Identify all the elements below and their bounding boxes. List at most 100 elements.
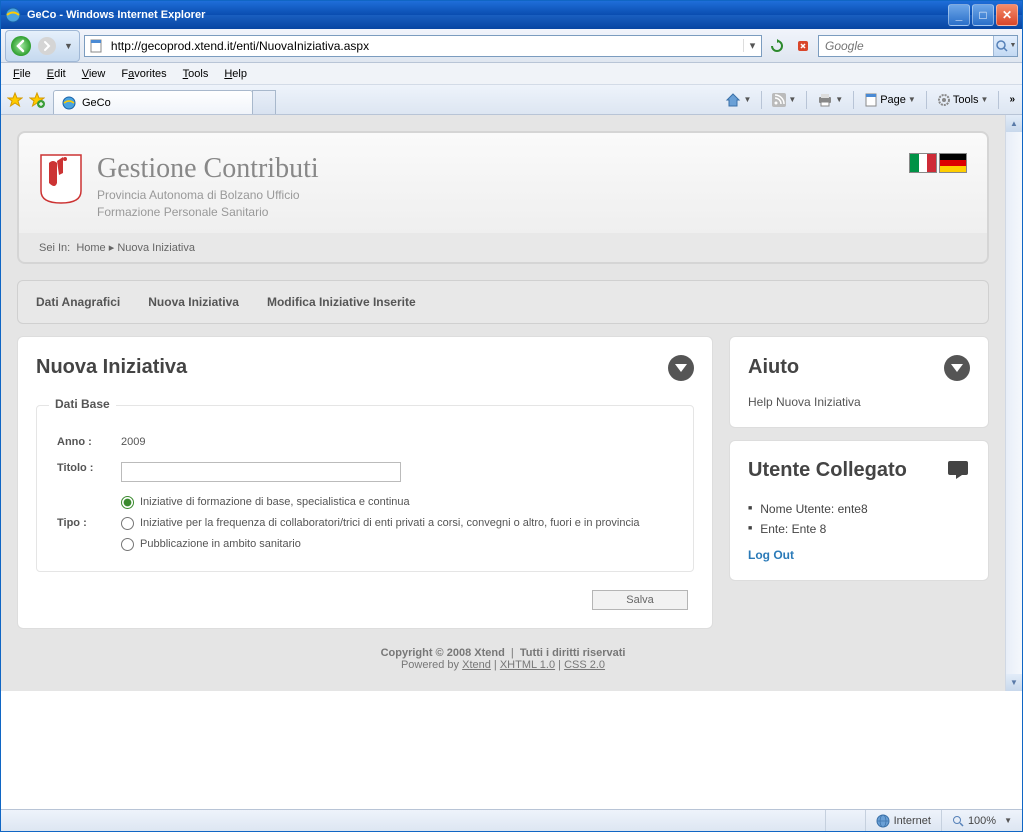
flag-italy[interactable]	[909, 153, 937, 173]
tabs-nav: Dati Anagrafici Nuova Iniziativa Modific…	[17, 280, 989, 324]
zoom-icon	[952, 815, 964, 827]
tools-menu[interactable]: Tools▼	[933, 93, 993, 107]
footer-link-xhtml[interactable]: XHTML 1.0	[500, 659, 555, 671]
titolo-label: Titolo :	[57, 462, 121, 474]
status-zone: Internet	[865, 810, 941, 831]
logo-shield-icon	[39, 153, 83, 205]
breadcrumb-prefix: Sei In:	[39, 242, 70, 254]
add-favorite-icon[interactable]	[27, 90, 47, 110]
footer-link-xtend[interactable]: Xtend	[462, 659, 491, 671]
flag-germany[interactable]	[939, 153, 967, 173]
fieldset-dati-base: Dati Base Anno : 2009 Titolo : Tipo :	[36, 405, 694, 572]
help-collapse-button[interactable]	[944, 355, 970, 381]
address-input[interactable]	[107, 37, 743, 55]
tipo-radio-3-label: Pubblicazione in ambito sanitario	[140, 538, 301, 550]
chat-icon	[946, 459, 970, 481]
page-footer: Copyright © 2008 Xtend | Tutti i diritti…	[17, 629, 989, 675]
status-zoom-label: 100%	[968, 815, 996, 827]
address-bar: ▾	[84, 35, 762, 57]
ie-tab-icon	[62, 96, 76, 110]
forward-button[interactable]	[34, 33, 60, 59]
footer-copyright: Copyright © 2008 Xtend	[381, 647, 505, 659]
menu-tools[interactable]: Tools	[175, 65, 217, 83]
scroll-down-arrow[interactable]: ▼	[1006, 674, 1022, 691]
status-zoom[interactable]: 100% ▼	[941, 810, 1022, 831]
titolo-input[interactable]	[121, 462, 401, 482]
address-dropdown-icon[interactable]: ▾	[743, 39, 761, 52]
app-title: Gestione Contributi	[97, 153, 319, 185]
help-panel: Aiuto Help Nuova Iniziativa	[729, 336, 989, 428]
statusbar: Internet 100% ▼	[1, 809, 1022, 831]
search-box: ▼	[818, 35, 1018, 57]
user-ente-line: Ente: Ente 8	[748, 522, 970, 536]
print-icon	[817, 93, 833, 107]
close-button[interactable]: ✕	[996, 4, 1018, 26]
menu-view[interactable]: View	[74, 65, 114, 83]
breadcrumb-home[interactable]: Home	[76, 242, 105, 254]
globe-icon	[876, 814, 890, 828]
nav-dropdown-icon[interactable]: ▼	[60, 41, 77, 51]
maximize-button[interactable]: □	[972, 4, 994, 26]
menu-favorites[interactable]: Favorites	[113, 65, 174, 83]
refresh-button[interactable]	[766, 35, 788, 57]
app-subtitle-1: Provincia Autonoma di Bolzano Ufficio	[97, 187, 319, 204]
scroll-track[interactable]	[1006, 132, 1022, 674]
nav-toolbar: ▼ ▾ ▼	[1, 29, 1022, 63]
status-zone-label: Internet	[894, 815, 931, 827]
home-dropdown[interactable]: ▼	[721, 92, 755, 108]
tab-modifica-iniziative[interactable]: Modifica Iniziative Inserite	[267, 295, 416, 309]
footer-link-css[interactable]: CSS 2.0	[564, 659, 605, 671]
fieldset-legend: Dati Base	[49, 397, 116, 411]
footer-rights: Tutti i diritti riservati	[520, 647, 626, 659]
anno-label: Anno :	[57, 436, 121, 448]
breadcrumb-current: Nuova Iniziativa	[117, 242, 195, 254]
menu-edit[interactable]: Edit	[39, 65, 74, 83]
tipo-radio-1[interactable]	[121, 496, 134, 509]
tipo-radio-1-label: Iniziative di formazione di base, specia…	[140, 496, 410, 508]
scroll-up-arrow[interactable]: ▲	[1006, 115, 1022, 132]
back-button[interactable]	[8, 33, 34, 59]
tab-nuova-iniziativa[interactable]: Nuova Iniziativa	[148, 295, 239, 309]
page-menu[interactable]: Page▼	[860, 93, 920, 107]
page-label: Page	[880, 94, 906, 106]
tab-title: GeCo	[82, 97, 111, 109]
page-icon	[864, 93, 878, 107]
help-text: Help Nuova Iniziativa	[748, 395, 970, 409]
browser-tab[interactable]: GeCo	[53, 90, 253, 114]
anno-value: 2009	[121, 436, 673, 448]
favorites-star-icon[interactable]	[5, 90, 25, 110]
tipo-radio-2[interactable]	[121, 517, 134, 530]
user-panel: Utente Collegato Nome Utente: ente8 Ente…	[729, 440, 989, 581]
menu-file[interactable]: FFileile	[5, 65, 39, 83]
menu-help[interactable]: Help	[216, 65, 255, 83]
save-button[interactable]: Salva	[592, 590, 688, 610]
rss-icon	[772, 93, 786, 107]
ie-icon	[5, 7, 21, 23]
page-icon	[85, 39, 107, 53]
help-title: Aiuto	[748, 356, 799, 379]
tab-dati-anagrafici[interactable]: Dati Anagrafici	[36, 295, 120, 309]
tipo-radio-2-label: Iniziative per la frequenza di collabora…	[140, 517, 640, 529]
app-header: Gestione Contributi Provincia Autonoma d…	[19, 133, 987, 233]
footer-powered: Powered by	[401, 659, 459, 671]
more-button[interactable]: »	[1005, 94, 1018, 105]
search-button[interactable]: ▼	[993, 36, 1017, 56]
command-bar: GeCo ▼ ▼ ▼ Page▼ Tools▼ »	[1, 85, 1022, 115]
tools-label: Tools	[953, 94, 979, 106]
stop-button[interactable]	[792, 35, 814, 57]
logout-link[interactable]: Log Out	[748, 548, 970, 562]
user-panel-title: Utente Collegato	[748, 459, 907, 482]
collapse-button[interactable]	[668, 355, 694, 381]
search-input[interactable]	[819, 37, 993, 55]
print-dropdown[interactable]: ▼	[813, 93, 847, 107]
vertical-scrollbar[interactable]: ▲ ▼	[1005, 115, 1022, 691]
minimize-button[interactable]: _	[948, 4, 970, 26]
tipo-radio-3[interactable]	[121, 538, 134, 551]
gear-icon	[937, 93, 951, 107]
tipo-label: Tipo :	[57, 517, 121, 529]
user-name-line: Nome Utente: ente8	[748, 502, 970, 516]
new-tab-button[interactable]	[252, 90, 276, 114]
home-icon	[725, 92, 741, 108]
menubar: FFileile Edit View Favorites Tools Help	[1, 63, 1022, 85]
feeds-dropdown[interactable]: ▼	[768, 93, 800, 107]
